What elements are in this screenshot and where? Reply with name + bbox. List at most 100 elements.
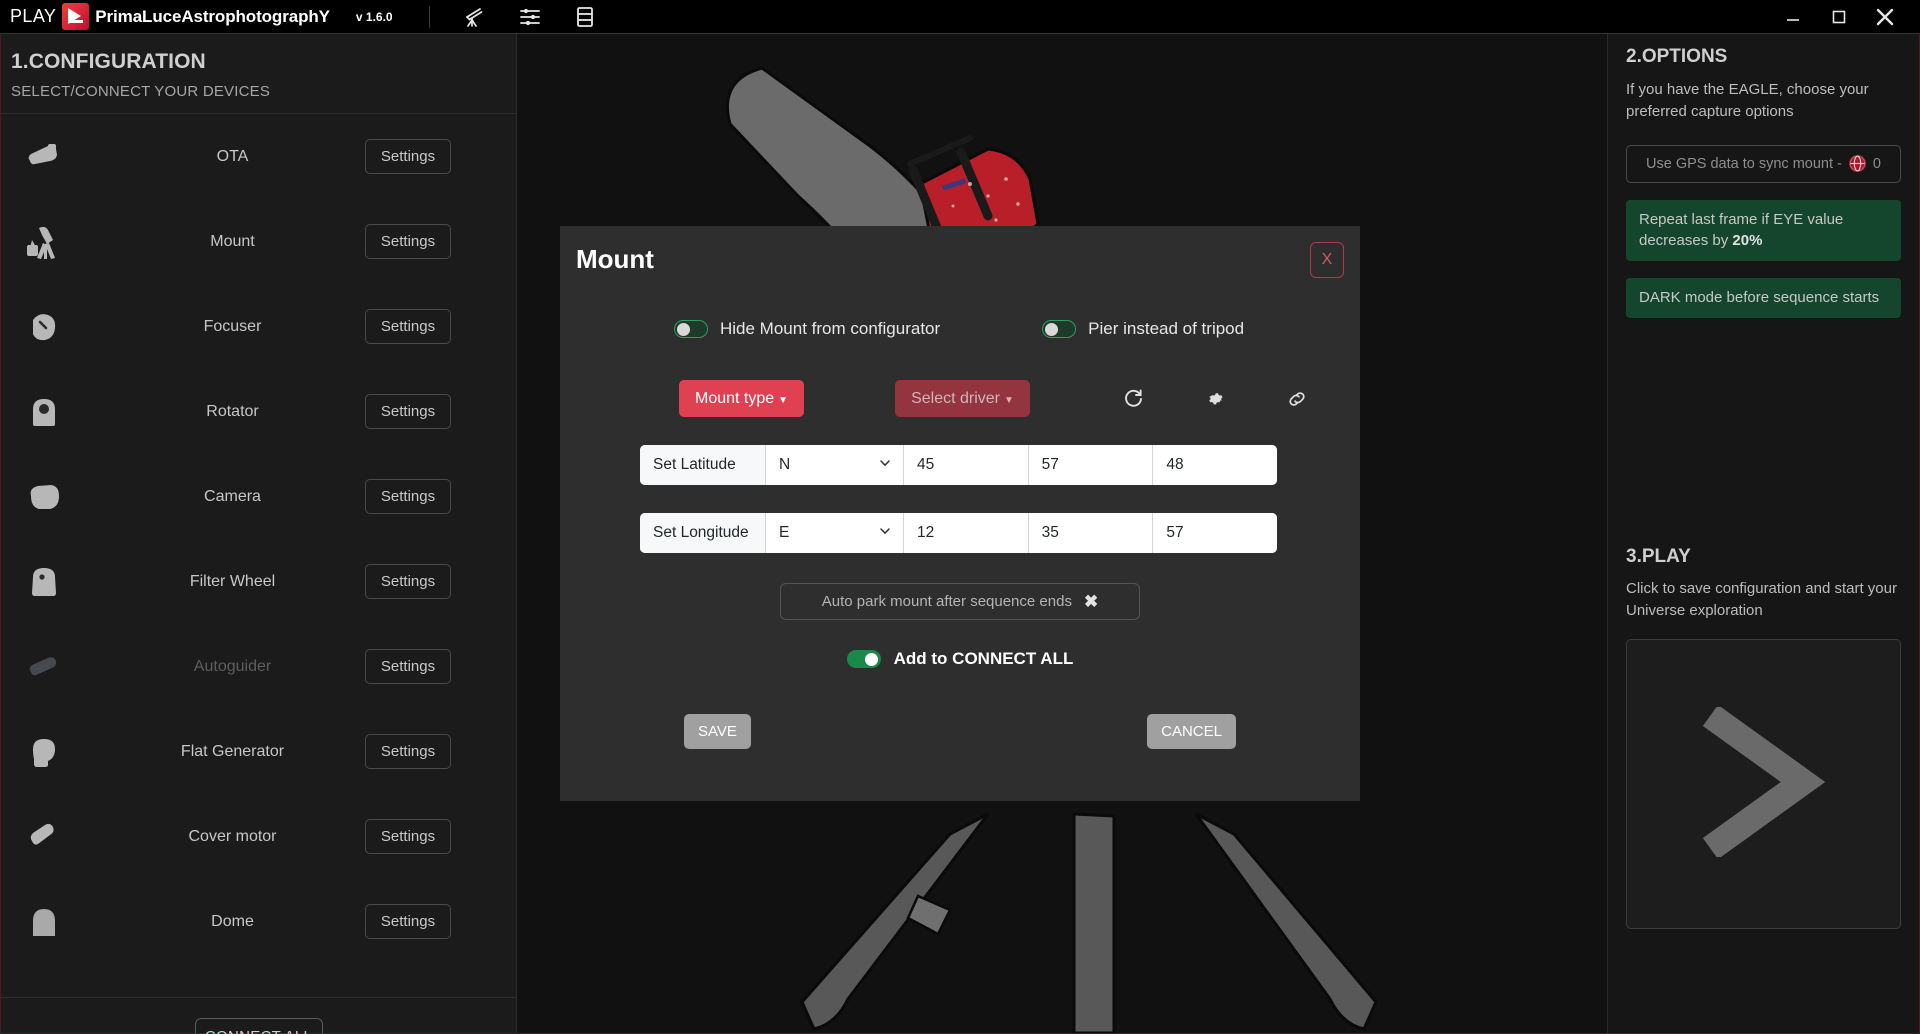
longitude-hemisphere-select[interactable]: E — [766, 513, 904, 553]
longitude-hemisphere-value: E — [779, 524, 790, 541]
device-row-ota: OTA Settings — [1, 114, 516, 199]
connect-all-button[interactable]: CONNECT ALL — [194, 1017, 323, 1034]
hide-mount-toggle[interactable] — [674, 320, 708, 338]
settings-button-focuser[interactable]: Settings — [365, 309, 451, 344]
cancel-button[interactable]: CANCEL — [1147, 714, 1236, 749]
latitude-label: Set Latitude — [640, 445, 766, 485]
modal-toggle-row: Hide Mount from configurator Pier instea… — [560, 319, 1360, 339]
settings-button-dome[interactable]: Settings — [365, 904, 451, 939]
x-icon: ✖ — [1083, 591, 1099, 611]
mount-type-label: Mount type — [695, 389, 775, 407]
gps-sync-button[interactable]: Use GPS data to sync mount - 0 — [1626, 144, 1901, 183]
chevron-down-icon — [878, 456, 892, 475]
window-controls — [1770, 0, 1920, 33]
longitude-minutes-input[interactable]: 35 — [1028, 513, 1154, 553]
options-title: 2.OPTIONS — [1626, 46, 1728, 67]
longitude-label: Set Longitude — [640, 513, 766, 553]
device-label: Focuser — [203, 317, 262, 335]
settings-button-flat-generator[interactable]: Settings — [365, 734, 451, 769]
app-window: PLAY PrimaLuceAstrophotographY v 1.6.0 1… — [0, 0, 1920, 1034]
link-icon[interactable] — [1282, 384, 1312, 414]
chevron-down-icon: ▼ — [778, 394, 789, 406]
device-row-autoguider: Autoguider Settings — [1, 624, 516, 709]
latitude-hemisphere-select[interactable]: N — [766, 445, 904, 485]
add-to-connect-all-toggle[interactable] — [846, 650, 881, 668]
maximize-icon[interactable] — [1816, 0, 1862, 33]
settings-button-mount[interactable]: Settings — [365, 224, 451, 259]
option-dark-text: DARK mode before sequence starts — [1639, 289, 1880, 306]
title-bar: PLAY PrimaLuceAstrophotographY v 1.6.0 — [0, 0, 1920, 33]
configuration-title: 1.CONFIGURATION — [11, 50, 206, 73]
device-row-cover-motor: Cover motor Settings — [1, 794, 516, 879]
option-repeat-last-frame[interactable]: Repeat last frame if EYE value decreases… — [1626, 199, 1901, 261]
add-to-connect-all-label: Add to CONNECT ALL — [893, 649, 1074, 668]
option-dark-mode[interactable]: DARK mode before sequence starts — [1626, 278, 1901, 318]
gear-icon[interactable] — [1200, 384, 1230, 414]
auto-park-row: Auto park mount after sequence ends ✖ — [560, 583, 1360, 620]
app-play-label: PLAY — [10, 6, 57, 26]
device-row-focuser: Focuser Settings — [1, 284, 516, 369]
settings-button-filter-wheel[interactable]: Settings — [365, 564, 451, 599]
telescope-icon[interactable] — [462, 4, 488, 30]
configuration-panel: 1.CONFIGURATION SELECT/CONNECT YOUR DEVI… — [1, 34, 517, 1034]
settings-button-cover-motor[interactable]: Settings — [365, 819, 451, 854]
chevron-down-icon — [878, 524, 892, 543]
latitude-hemisphere-value: N — [779, 456, 791, 473]
minimize-icon[interactable] — [1770, 0, 1816, 33]
connect-all-container: CONNECT ALL — [1, 997, 516, 1034]
latitude-seconds-input[interactable]: 48 — [1153, 445, 1277, 485]
modal-driver-row: Mount type ▼ Select driver ▼ — [560, 380, 1360, 417]
latitude-minutes-input[interactable]: 57 — [1028, 445, 1154, 485]
play-button[interactable] — [1626, 639, 1901, 930]
sliders-icon[interactable] — [517, 4, 543, 30]
device-row-mount: Mount Settings — [1, 199, 516, 284]
select-driver-dropdown[interactable]: Select driver ▼ — [895, 380, 1030, 417]
pier-toggle-item[interactable]: Pier instead of tripod — [1042, 319, 1244, 339]
pier-toggle-label: Pier instead of tripod — [1088, 319, 1245, 338]
device-label: Filter Wheel — [189, 572, 276, 590]
options-panel: 2.OPTIONS If you have the EAGLE, choose … — [1607, 34, 1919, 1033]
save-button[interactable]: SAVE — [684, 714, 751, 749]
hide-mount-toggle-label: Hide Mount from configurator — [720, 319, 941, 338]
refresh-icon[interactable] — [1118, 384, 1148, 414]
device-label: Flat Generator — [180, 742, 285, 760]
chevron-down-icon: ▼ — [1003, 394, 1014, 406]
hide-mount-toggle-item[interactable]: Hide Mount from configurator — [674, 319, 940, 339]
pier-toggle[interactable] — [1042, 320, 1077, 338]
device-row-flat-generator: Flat Generator Settings — [1, 709, 516, 794]
settings-button-rotator[interactable]: Settings — [365, 394, 451, 429]
add-to-connect-all-row[interactable]: Add to CONNECT ALL — [560, 649, 1360, 669]
configuration-header: 1.CONFIGURATION SELECT/CONNECT YOUR DEVI… — [1, 34, 516, 114]
play-chevron-icon — [1699, 704, 1829, 862]
device-row-dome: Dome Settings — [1, 879, 516, 964]
device-row-camera: Camera Settings — [1, 454, 516, 539]
auto-park-label: Auto park mount after sequence ends — [821, 593, 1072, 610]
settings-button-ota[interactable]: Settings — [365, 139, 451, 174]
play-title: 3.PLAY — [1626, 545, 1691, 567]
gps-sync-label: Use GPS data to sync mount - — [1646, 155, 1842, 172]
device-label: Rotator — [206, 402, 259, 420]
settings-button-autoguider[interactable]: Settings — [365, 649, 451, 684]
longitude-seconds-input[interactable]: 57 — [1153, 513, 1277, 553]
titlebar-icon-group — [462, 4, 598, 30]
latitude-degrees-input[interactable]: 45 — [904, 445, 1029, 485]
modal-action-row: SAVE CANCEL — [560, 714, 1360, 749]
device-label: Mount — [210, 232, 255, 250]
modal-close-button[interactable]: X — [1310, 242, 1344, 278]
device-label: Cover motor — [188, 827, 277, 845]
longitude-degrees-input[interactable]: 12 — [904, 513, 1029, 553]
settings-button-camera[interactable]: Settings — [365, 479, 451, 514]
select-driver-label: Select driver — [911, 389, 1000, 407]
app-logo — [62, 3, 90, 30]
auto-park-button[interactable]: Auto park mount after sequence ends ✖ — [780, 583, 1140, 620]
device-row-rotator: Rotator Settings — [1, 369, 516, 454]
titlebar-divider — [428, 5, 430, 28]
book-icon[interactable] — [572, 4, 598, 30]
app-version: v 1.6.0 — [355, 9, 393, 24]
device-label: Dome — [211, 912, 254, 930]
play-subtitle: Click to save configuration and start yo… — [1626, 579, 1897, 619]
options-subtitle: If you have the EAGLE, choose your prefe… — [1626, 81, 1869, 120]
close-icon[interactable] — [1862, 0, 1908, 33]
mount-type-dropdown[interactable]: Mount type ▼ — [679, 380, 805, 417]
longitude-field-group: Set Longitude E 12 35 57 — [640, 513, 1277, 553]
